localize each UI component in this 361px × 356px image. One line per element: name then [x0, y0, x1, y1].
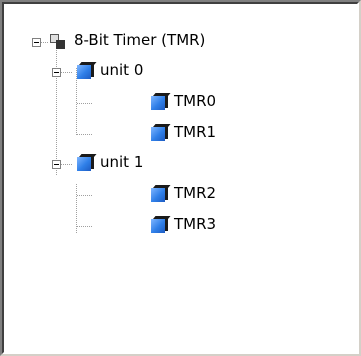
- tree-line: [77, 195, 93, 196]
- tree-line: [61, 72, 73, 73]
- module-icon: [47, 33, 69, 51]
- tree-node-label: 8-Bit Timer (TMR): [74, 31, 206, 49]
- tree-node-unit-0[interactable]: unit 0: [4, 59, 334, 83]
- tree-node-label: TMR3: [174, 215, 217, 233]
- blue-cube-icon: [151, 216, 171, 234]
- tree-node-tmr2[interactable]: TMR2: [4, 182, 334, 206]
- tree-view[interactable]: 8-Bit Timer (TMR) unit 0 TMR0 TMR1 unit …: [2, 2, 359, 354]
- tree-node-label: TMR1: [174, 123, 217, 141]
- tree-line: [61, 164, 73, 165]
- blue-cube-icon: [151, 185, 171, 203]
- tree-node-tmr3[interactable]: TMR3: [4, 213, 334, 237]
- tree-line: [77, 226, 93, 227]
- tree-line: [77, 103, 93, 104]
- tree-node-tmr1[interactable]: TMR1: [4, 121, 334, 145]
- tree-node-label: TMR2: [174, 184, 217, 202]
- tree-node-unit-1[interactable]: unit 1: [4, 151, 334, 175]
- blue-cube-icon: [151, 124, 171, 142]
- collapse-icon[interactable]: [52, 68, 61, 77]
- blue-cube-icon: [77, 62, 97, 80]
- tree-line: [77, 134, 93, 135]
- tree-view-frame: 8-Bit Timer (TMR) unit 0 TMR0 TMR1 unit …: [0, 0, 361, 356]
- tree-node-label: unit 0: [100, 61, 144, 79]
- collapse-icon[interactable]: [32, 38, 41, 47]
- tree-container: 8-Bit Timer (TMR) unit 0 TMR0 TMR1 unit …: [4, 4, 357, 352]
- tree-node-label: TMR0: [174, 92, 217, 110]
- collapse-icon[interactable]: [52, 160, 61, 169]
- tree-node-tmr0[interactable]: TMR0: [4, 90, 334, 114]
- tree-node-label: unit 1: [100, 153, 144, 171]
- blue-cube-icon: [151, 93, 171, 111]
- tree-node-root[interactable]: 8-Bit Timer (TMR): [4, 29, 334, 53]
- blue-cube-icon: [77, 154, 97, 172]
